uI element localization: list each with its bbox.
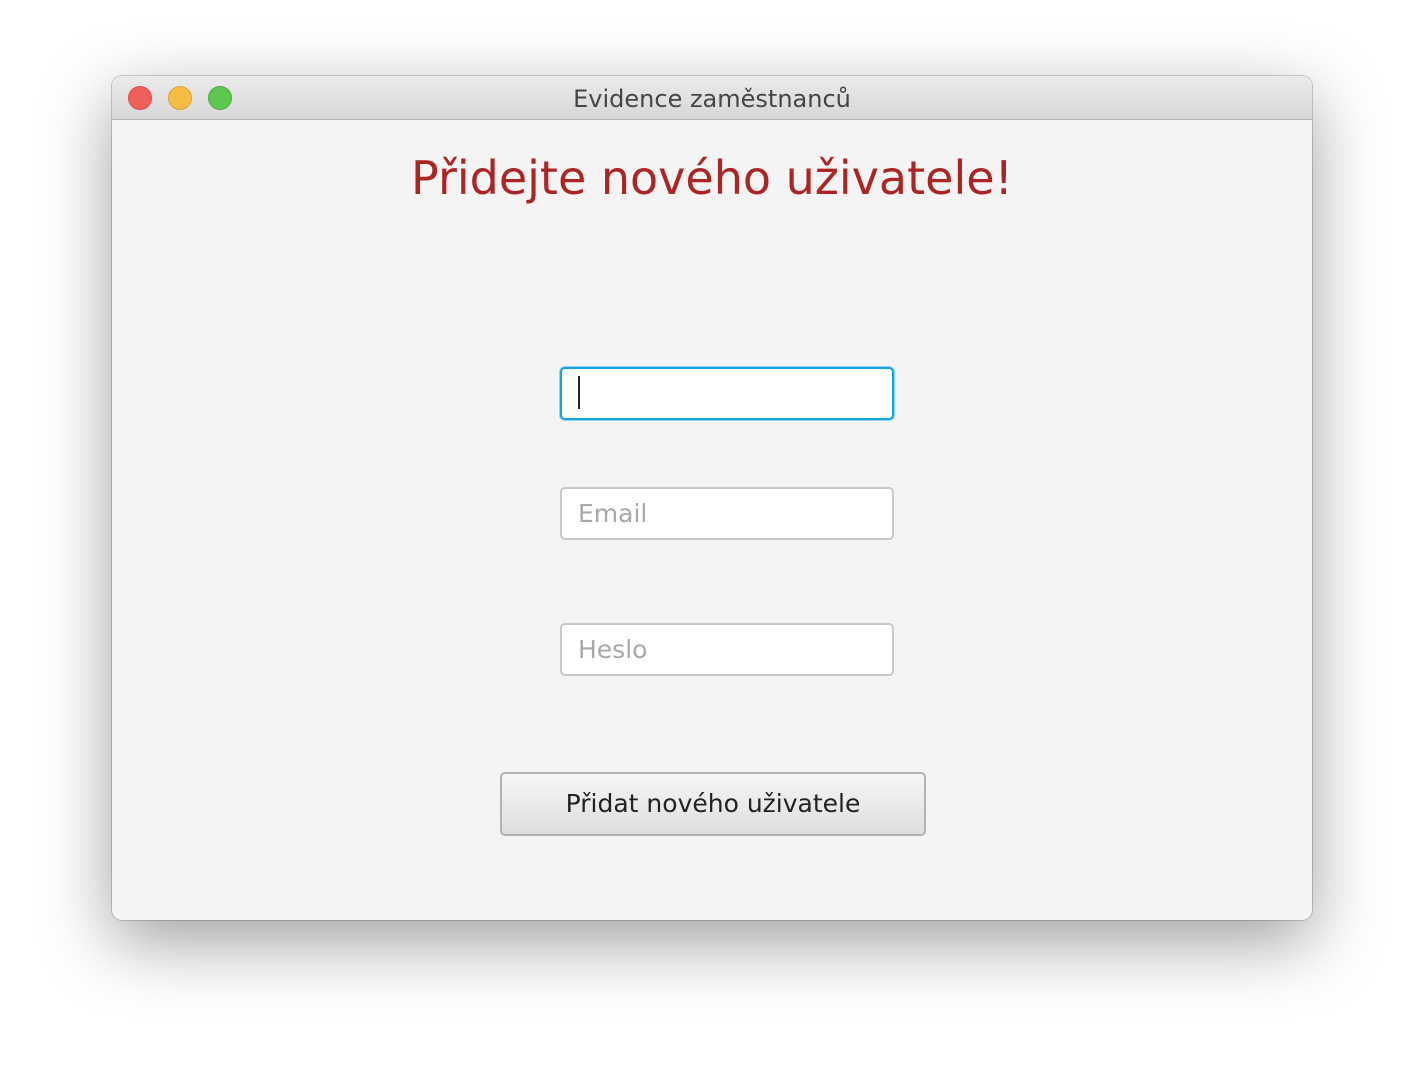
- title-bar[interactable]: Evidence zaměstnanců: [112, 76, 1312, 120]
- add-user-button[interactable]: Přidat nového uživatele: [500, 772, 926, 836]
- page-heading: Přidejte nového uživatele!: [411, 151, 1013, 205]
- text-caret: [578, 376, 580, 409]
- password-input[interactable]: [560, 623, 894, 676]
- email-input[interactable]: [560, 487, 894, 540]
- name-input[interactable]: [560, 367, 894, 420]
- app-window: Evidence zaměstnanců Přidejte nového uži…: [112, 76, 1312, 920]
- window-title: Evidence zaměstnanců: [573, 85, 851, 113]
